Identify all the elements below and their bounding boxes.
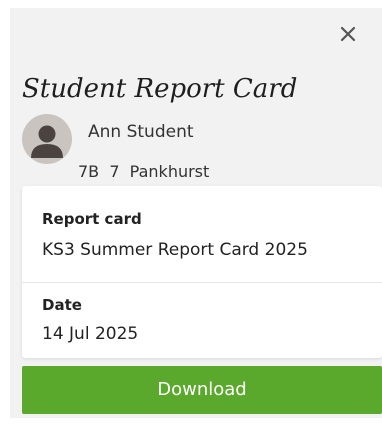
report-card-value: KS3 Summer Report Card 2025 — [42, 240, 308, 260]
student-name: Ann Student — [88, 122, 194, 142]
report-card-panel: Student Report Card Ann Student 7B 7 Pan… — [10, 8, 382, 418]
report-card-label: Report card — [42, 210, 142, 228]
dialog-title: Student Report Card — [22, 74, 298, 104]
close-icon[interactable] — [336, 22, 360, 46]
avatar — [22, 114, 72, 164]
date-value: 14 Jul 2025 — [42, 324, 139, 344]
report-details-card: Report card KS3 Summer Report Card 2025 … — [22, 186, 382, 358]
divider — [22, 282, 382, 283]
close-icon-glyph — [340, 26, 356, 42]
date-label: Date — [42, 296, 82, 314]
person-icon — [31, 125, 63, 158]
download-button[interactable]: Download — [22, 366, 382, 414]
student-class-info: 7B 7 Pankhurst — [78, 162, 210, 181]
